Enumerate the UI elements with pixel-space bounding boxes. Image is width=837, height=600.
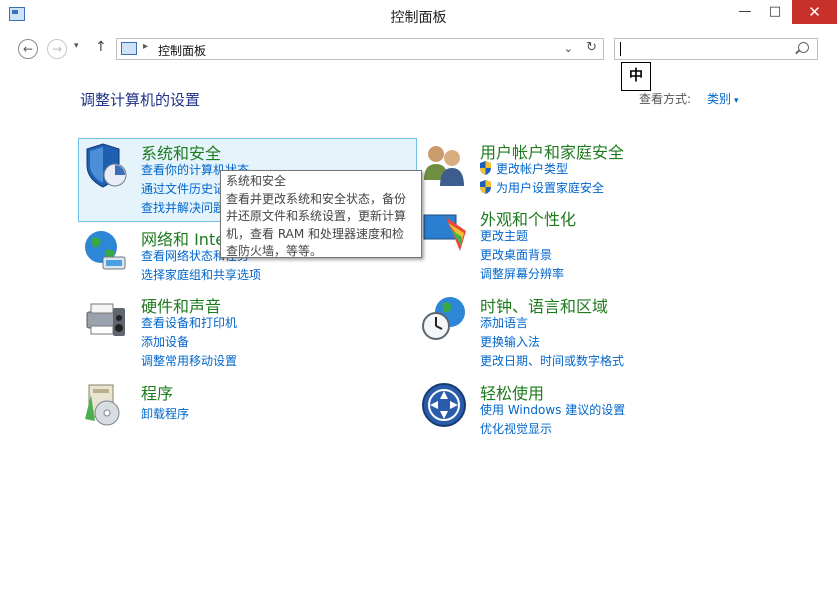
recent-locations-dropdown[interactable]: ▾ xyxy=(74,41,79,51)
uac-shield-icon xyxy=(480,180,491,194)
category-clock-region[interactable]: 时钟、语言和区域 添加语言 更换输入法 更改日期、时间或数字格式 xyxy=(418,292,748,372)
search-box[interactable] xyxy=(614,38,818,60)
category-programs[interactable]: 程序 卸载程序 xyxy=(79,379,409,459)
troubleshoot-link[interactable]: 查找并解决问题 xyxy=(141,199,225,216)
change-account-type-link[interactable]: 更改帐户类型 xyxy=(496,160,568,177)
change-theme-link[interactable]: 更改主题 xyxy=(480,227,528,244)
control-panel-icon xyxy=(121,42,137,55)
window-title: 控制面板 xyxy=(390,10,447,26)
add-device-link[interactable]: 添加设备 xyxy=(141,333,189,350)
category-tooltip: 系统和安全 查看并更改系统和安全状态，备份并还原文件和系统设置，更新计算机，查看… xyxy=(220,170,422,258)
close-button[interactable]: ✕ xyxy=(792,0,837,24)
address-dropdown-button[interactable]: ⌄ xyxy=(564,42,573,55)
appearance-palette-icon xyxy=(423,214,466,251)
optimize-display-link[interactable]: 优化视觉显示 xyxy=(480,420,552,437)
category-ease-of-access[interactable]: 轻松使用 使用 Windows 建议的设置 优化视觉显示 xyxy=(418,379,748,459)
date-time-format-link[interactable]: 更改日期、时间或数字格式 xyxy=(480,352,624,369)
page-title: 调整计算机的设置 xyxy=(80,91,201,109)
minimize-button[interactable]: — xyxy=(732,0,758,24)
uac-shield-icon xyxy=(480,161,491,175)
address-bar[interactable]: ▸ 控制面板 ⌄ ↻ xyxy=(116,38,604,60)
clock-globe-icon xyxy=(422,297,465,340)
devices-printers-link[interactable]: 查看设备和打印机 xyxy=(141,314,237,331)
refresh-button[interactable]: ↻ xyxy=(586,40,597,55)
view-by-dropdown[interactable]: 类别 ▾ xyxy=(707,90,739,107)
tooltip-body: 查看并更改系统和安全状态，备份并还原文件和系统设置，更新计算机，查看 RAM 和… xyxy=(226,191,407,259)
network-globe-icon xyxy=(85,231,126,270)
breadcrumb-control-panel[interactable]: 控制面板 xyxy=(158,42,206,59)
text-cursor xyxy=(620,42,621,56)
back-button[interactable]: ← xyxy=(18,39,38,59)
view-by-value[interactable]: 类别 xyxy=(707,92,731,106)
printer-speaker-icon xyxy=(86,303,125,336)
mobility-settings-link[interactable]: 调整常用移动设置 xyxy=(141,352,237,369)
tooltip-title: 系统和安全 xyxy=(226,174,287,188)
uninstall-program-link[interactable]: 卸载程序 xyxy=(141,405,189,422)
title-bar: 控制面板 — □ ✕ xyxy=(0,0,837,30)
desktop-background-link[interactable]: 更改桌面背景 xyxy=(480,246,552,263)
homegroup-sharing-link[interactable]: 选择家庭组和共享选项 xyxy=(141,266,261,283)
security-shield-icon xyxy=(86,143,127,188)
programs-title[interactable]: 程序 xyxy=(141,380,173,404)
screen-resolution-link[interactable]: 调整屏幕分辨率 xyxy=(480,265,564,282)
breadcrumb-chevron-icon[interactable]: ▸ xyxy=(143,41,148,52)
maximize-button[interactable]: □ xyxy=(762,0,788,24)
up-button[interactable]: ↑ xyxy=(95,39,107,55)
change-input-method-link[interactable]: 更换输入法 xyxy=(480,333,540,350)
recommended-settings-link[interactable]: 使用 Windows 建议的设置 xyxy=(480,401,625,418)
category-appearance[interactable]: 外观和个性化 更改主题 更改桌面背景 调整屏幕分辨率 xyxy=(418,205,748,285)
ease-of-access-icon xyxy=(422,383,466,427)
search-icon[interactable] xyxy=(798,42,809,53)
chevron-down-icon[interactable]: ▾ xyxy=(734,96,739,106)
view-by-label: 查看方式: xyxy=(639,92,692,106)
add-language-link[interactable]: 添加语言 xyxy=(480,314,528,331)
users-icon xyxy=(424,146,464,186)
forward-button[interactable]: → xyxy=(47,39,67,59)
programs-disc-icon xyxy=(85,384,120,426)
ime-indicator[interactable]: 中 xyxy=(621,62,651,91)
navigation-bar: ← → ▾ ↑ ▸ 控制面板 ⌄ ↻ xyxy=(0,30,837,66)
family-safety-link[interactable]: 为用户设置家庭安全 xyxy=(496,179,604,196)
category-hardware-sound[interactable]: 硬件和声音 查看设备和打印机 添加设备 调整常用移动设置 xyxy=(79,292,409,372)
